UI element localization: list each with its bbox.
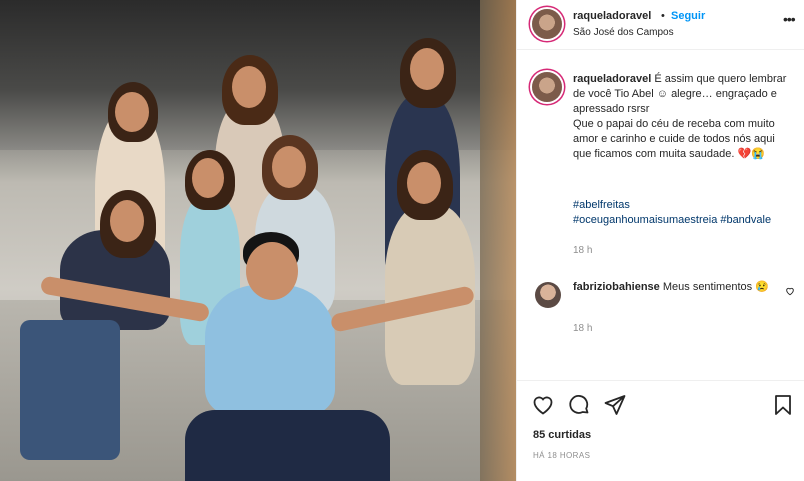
hashtag-link[interactable]: #abelfreitas	[573, 199, 630, 211]
photo-figure-head	[407, 162, 441, 204]
more-options-icon[interactable]: •••	[783, 11, 796, 27]
post-actions: 85 curtidas HÁ 18 HORAS	[517, 380, 804, 481]
photo-figure-legs	[20, 320, 120, 460]
post-panel: raqueladoravel • Seguir São José dos Cam…	[516, 0, 804, 481]
photo-figure-head	[192, 158, 224, 198]
photo-figure-head	[115, 92, 149, 132]
caption-author-avatar[interactable]	[532, 72, 562, 102]
comment-like-icon[interactable]	[785, 286, 795, 299]
photo-figure-head	[232, 66, 266, 108]
separator-dot: •	[661, 10, 665, 22]
bookmark-icon[interactable]	[771, 393, 795, 417]
caption-hashtags: #abelfreitas #oceuganhoumaisumaestreia #b…	[573, 198, 795, 228]
heart-icon[interactable]	[531, 393, 555, 417]
post-header: raqueladoravel • Seguir São José dos Cam…	[517, 0, 804, 50]
photo-figure-head	[246, 242, 298, 300]
commenter-avatar[interactable]	[535, 282, 561, 308]
comment-icon[interactable]	[567, 393, 591, 417]
likes-count[interactable]: 85 curtidas	[533, 429, 591, 441]
author-username[interactable]: raqueladoravel	[573, 10, 651, 22]
caption-timestamp[interactable]: 18 h	[573, 245, 592, 256]
comment-item: fabriziobahiense Meus sentimentos 😢	[573, 280, 773, 295]
photo-figure	[205, 285, 335, 415]
post-caption: raqueladoravel É assim que quero lembrar…	[573, 72, 795, 162]
photo-wood-panel	[480, 0, 516, 481]
caption-username[interactable]: raqueladoravel	[573, 73, 651, 85]
comment-timestamp: 18 h	[573, 323, 593, 334]
caption-text: É assim que quero lembrar de você Tio Ab…	[573, 73, 787, 160]
hashtag-link[interactable]: #bandvale	[720, 214, 771, 226]
post-time-ago[interactable]: HÁ 18 HORAS	[533, 451, 590, 460]
share-icon[interactable]	[603, 393, 627, 417]
photo-figure-legs	[185, 410, 390, 481]
photo-figure-head	[272, 146, 306, 188]
comment-username[interactable]: fabriziobahiense	[573, 281, 660, 293]
comment-text: Meus sentimentos 😢	[662, 281, 769, 293]
follow-button[interactable]: Seguir	[671, 10, 705, 22]
hashtag-link[interactable]: #oceuganhoumaisumaestreia	[573, 214, 717, 226]
post-location[interactable]: São José dos Campos	[573, 27, 674, 38]
photo-figure-head	[410, 48, 444, 90]
author-avatar[interactable]	[532, 9, 562, 39]
post-photo[interactable]	[0, 0, 516, 481]
photo-figure-head	[110, 200, 144, 242]
